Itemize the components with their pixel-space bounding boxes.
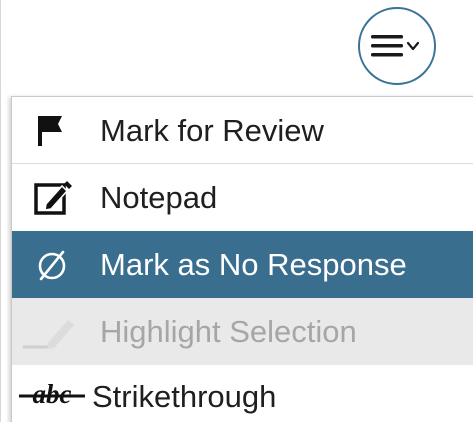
menu-item-notepad[interactable]: Notepad: [12, 164, 473, 231]
chevron-down-icon: [406, 41, 420, 51]
no-response-icon: [22, 243, 82, 287]
menu-item-highlight-selection[interactable]: Highlight Selection: [12, 298, 473, 365]
svg-text:abc: abc: [33, 379, 72, 409]
menu-item-label: Mark as No Response: [100, 247, 407, 282]
tools-menu-button[interactable]: [358, 7, 436, 85]
exam-tools-panel: Mark for Review Notepad Mark as No Respo…: [0, 0, 473, 422]
menu-item-label: Highlight Selection: [100, 314, 357, 349]
menu-item-mark-as-no-response[interactable]: Mark as No Response: [12, 231, 473, 298]
menu-item-label: Strikethrough: [92, 378, 277, 414]
menu-item-mark-for-review[interactable]: Mark for Review: [12, 97, 473, 164]
hamburger-menu-icon: [371, 35, 420, 57]
menu-item-strikethrough[interactable]: abc Strikethrough: [12, 365, 473, 422]
notepad-edit-icon: [22, 176, 82, 220]
menu-item-label: Notepad: [100, 180, 218, 215]
menu-item-label: Mark for Review: [100, 112, 324, 148]
tools-dropdown-menu: Mark for Review Notepad Mark as No Respo…: [11, 96, 473, 422]
flag-icon: [22, 108, 82, 152]
strikethrough-abc-icon: abc: [12, 374, 92, 418]
highlighter-icon: [22, 310, 82, 354]
